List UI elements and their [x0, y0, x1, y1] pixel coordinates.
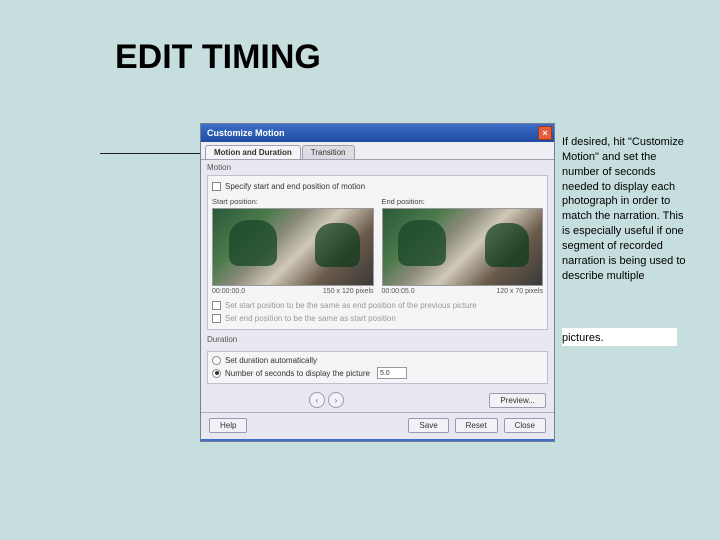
help-button[interactable]: Help [209, 418, 247, 433]
dialog-footer: Help Save Reset Close [201, 412, 554, 439]
prev-icon[interactable]: ‹ [309, 392, 325, 408]
tab-transition[interactable]: Transition [302, 145, 355, 159]
end-dims: 120 x 70 pixels [496, 288, 543, 295]
radio-icon[interactable] [212, 369, 221, 378]
start-time: 00:00:00.0 [212, 288, 245, 295]
titlebar: Customize Motion × [201, 124, 554, 142]
start-same-row: Set start position to be the same as end… [212, 299, 543, 312]
start-thumbnail[interactable] [212, 208, 374, 286]
customize-motion-dialog: Customize Motion × Motion and Duration T… [200, 123, 555, 442]
specify-position-row[interactable]: Specify start and end position of motion [212, 180, 543, 193]
end-time: 00:00:05.0 [382, 288, 415, 295]
start-thumb-group: Start position: 00:00:00.0 150 x 120 pix… [212, 197, 374, 295]
radio-icon[interactable] [212, 356, 221, 365]
reset-button[interactable]: Reset [455, 418, 498, 433]
titlebar-label: Customize Motion [207, 128, 285, 138]
pointer-line [100, 153, 208, 154]
start-pos-label: Start position: [212, 197, 374, 206]
page-title: EDIT TIMING [115, 38, 321, 77]
motion-box: Specify start and end position of motion… [207, 175, 548, 330]
duration-box: Set duration automatically Number of sec… [207, 351, 548, 384]
start-same-label: Set start position to be the same as end… [225, 301, 477, 310]
checkbox-icon [212, 314, 221, 323]
save-button[interactable]: Save [408, 418, 448, 433]
end-pos-label: End position: [382, 197, 544, 206]
num-seconds-row[interactable]: Number of seconds to display the picture… [212, 366, 543, 380]
preview-button[interactable]: Preview... [489, 393, 546, 408]
tab-motion-duration[interactable]: Motion and Duration [205, 145, 301, 159]
end-thumb-group: End position: 00:00:05.0 120 x 70 pixels [382, 197, 544, 295]
end-same-label: Set end position to be the same as start… [225, 314, 396, 323]
tabs: Motion and Duration Transition [201, 142, 554, 160]
auto-duration-row[interactable]: Set duration automatically [212, 355, 543, 366]
next-icon[interactable]: › [328, 392, 344, 408]
end-thumbnail[interactable] [382, 208, 544, 286]
pager-row: ‹ › Preview... [201, 388, 554, 412]
end-same-row: Set end position to be the same as start… [212, 312, 543, 325]
auto-duration-label: Set duration automatically [225, 356, 317, 365]
num-seconds-label: Number of seconds to display the picture [225, 369, 370, 378]
motion-section-label: Motion [201, 160, 554, 173]
close-icon[interactable]: × [538, 126, 552, 140]
specify-position-label: Specify start and end position of motion [225, 182, 365, 191]
pictures-label: pictures. [562, 332, 604, 344]
instruction-text: If desired, hit "Customize Motion" and s… [562, 135, 692, 283]
bottom-stripe [201, 439, 554, 441]
close-button[interactable]: Close [504, 418, 546, 433]
checkbox-icon[interactable] [212, 182, 221, 191]
duration-section-label: Duration [201, 332, 554, 345]
seconds-spinner[interactable]: 5.0 [377, 367, 407, 379]
checkbox-icon [212, 301, 221, 310]
start-dims: 150 x 120 pixels [323, 288, 374, 295]
